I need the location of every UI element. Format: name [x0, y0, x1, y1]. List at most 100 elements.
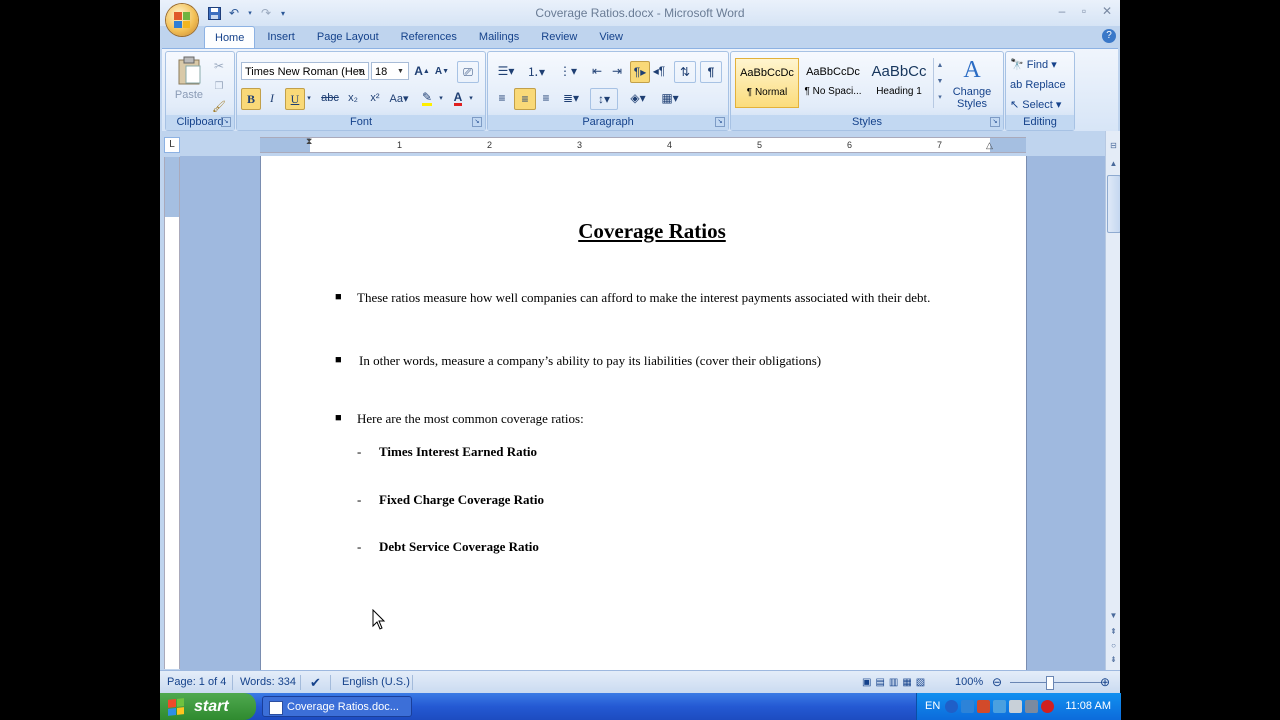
antivirus-icon[interactable] [1041, 700, 1054, 713]
page-indicator[interactable]: Page: 1 of 4 [167, 671, 226, 693]
bullet-text[interactable]: In other words, measure a company’s abil… [359, 353, 821, 369]
bullets-icon[interactable]: ☰▾ [492, 61, 520, 81]
sort-icon[interactable]: ⇅ [674, 61, 696, 83]
vertical-scrollbar[interactable]: ⊟ ▲ ▼ ⇞ ○ ⇟ [1105, 131, 1120, 670]
scroll-thumb[interactable] [1107, 175, 1120, 233]
sub-item[interactable]: Times Interest Earned Ratio [379, 444, 537, 460]
change-styles-button[interactable]: A Change Styles [947, 54, 997, 112]
numbering-icon[interactable]: ⒈▾ [522, 61, 550, 81]
indent-marker-icon[interactable]: ⧗ [306, 136, 312, 147]
copy-icon[interactable]: ❐ [210, 76, 228, 96]
styles-scroll[interactable]: ▲ ▼ ▾ [933, 58, 946, 108]
borders-icon[interactable]: ▦▾ [656, 88, 684, 108]
select-button[interactable]: ↖ Select ▾ [1010, 96, 1061, 114]
font-size-combo[interactable]: 18 ▼ [371, 62, 409, 80]
zoom-slider-thumb[interactable] [1046, 676, 1054, 690]
tab-insert[interactable]: Insert [257, 26, 305, 48]
tab-page-layout[interactable]: Page Layout [307, 26, 389, 48]
maximize-button[interactable]: ▫ [1074, 4, 1094, 20]
font-color-dropdown-icon[interactable]: ▾ [467, 88, 475, 108]
align-center-icon[interactable]: ≡ [514, 88, 536, 110]
zoom-out-icon[interactable]: ⊖ [992, 671, 1002, 693]
change-case-button[interactable]: Aa▾ [387, 88, 411, 108]
align-right-icon[interactable]: ≡ [536, 88, 556, 108]
proofing-icon[interactable]: ✔ [310, 671, 321, 693]
tab-mailings[interactable]: Mailings [469, 26, 529, 48]
paste-button[interactable]: Paste [174, 56, 204, 108]
shrink-font-icon[interactable]: A ▼ [433, 61, 451, 81]
underline-button[interactable]: U [285, 88, 305, 110]
language-bar[interactable]: EN [925, 693, 940, 720]
office-button[interactable] [166, 4, 198, 36]
scroll-down-icon[interactable]: ▼ [1106, 609, 1120, 623]
previous-page-icon[interactable]: ⇞ [1106, 625, 1120, 639]
tab-references[interactable]: References [391, 26, 467, 48]
font-launcher-icon[interactable]: ↘ [472, 117, 482, 127]
bold-button[interactable]: B [241, 88, 261, 110]
vertical-ruler[interactable] [164, 157, 180, 669]
zoom-level[interactable]: 100% [955, 671, 983, 693]
right-to-left-icon[interactable]: ◂¶ [650, 61, 668, 81]
minimize-button[interactable]: – [1052, 4, 1072, 20]
scroll-up-icon[interactable]: ▲ [1106, 157, 1120, 171]
tab-view[interactable]: View [589, 26, 633, 48]
font-color-icon[interactable]: A [449, 88, 467, 108]
next-page-icon[interactable]: ⇟ [1106, 653, 1120, 667]
paragraph-launcher-icon[interactable]: ↘ [715, 117, 725, 127]
display-icon[interactable] [1009, 700, 1022, 713]
shading-icon[interactable]: ◈▾ [624, 88, 652, 108]
highlight-icon[interactable]: ✎ [417, 88, 437, 108]
device-icon[interactable] [1025, 700, 1038, 713]
clock[interactable]: 11:08 AM [1065, 693, 1111, 720]
decrease-indent-icon[interactable]: ⇤ [588, 61, 606, 81]
styles-launcher-icon[interactable]: ↘ [990, 117, 1000, 127]
help-icon[interactable]: ? [1102, 29, 1116, 43]
language-indicator[interactable]: English (U.S.) [342, 671, 410, 693]
format-painter-icon[interactable]: 🖌 [210, 96, 228, 116]
style-no-spacing[interactable]: AaBbCcDc ¶ No Spaci... [801, 58, 865, 108]
cut-icon[interactable]: ✂ [210, 56, 228, 76]
multilevel-list-icon[interactable]: ⋮▾ [554, 61, 582, 81]
horizontal-ruler[interactable]: ⧗ △ 1 2 3 4 5 6 7 [260, 136, 1026, 153]
zoom-slider[interactable] [1010, 682, 1102, 683]
grow-font-icon[interactable]: A ▲ [413, 61, 431, 81]
bullet-text[interactable]: Here are the most common coverage ratios… [357, 411, 584, 427]
strikethrough-button[interactable]: abc [319, 88, 341, 108]
highlight-dropdown-icon[interactable]: ▾ [437, 88, 445, 108]
right-indent-marker-icon[interactable]: △ [986, 140, 993, 151]
word-count[interactable]: Words: 334 [240, 671, 296, 693]
start-button[interactable]: start [160, 693, 256, 720]
underline-dropdown-icon[interactable]: ▾ [305, 88, 313, 108]
style-heading-1[interactable]: AaBbCc Heading 1 [867, 58, 931, 108]
left-to-right-icon[interactable]: ¶▸ [630, 61, 650, 83]
ruler-toggle-icon[interactable]: ⊟ [1106, 139, 1120, 153]
volume-icon[interactable] [993, 700, 1006, 713]
align-left-icon[interactable]: ≡ [492, 88, 512, 108]
document-title[interactable]: Coverage Ratios [261, 219, 1043, 244]
bullet-text[interactable]: These ratios measure how well companies … [357, 290, 930, 306]
superscript-button[interactable]: x² [365, 88, 385, 108]
tab-selector-icon[interactable]: L [164, 137, 180, 153]
network-icon[interactable] [945, 700, 958, 713]
clear-formatting-icon[interactable]: ⎚ [457, 61, 479, 83]
bluetooth-icon[interactable] [961, 700, 974, 713]
show-formatting-marks-icon[interactable]: ¶ [700, 61, 722, 83]
sub-item[interactable]: Debt Service Coverage Ratio [379, 539, 539, 555]
find-button[interactable]: 🔭 Find ▾ [1010, 56, 1057, 74]
select-browse-object-icon[interactable]: ○ [1106, 639, 1120, 653]
tab-review[interactable]: Review [531, 26, 587, 48]
tab-home[interactable]: Home [204, 26, 256, 49]
italic-button[interactable]: I [263, 88, 281, 108]
subscript-button[interactable]: x₂ [343, 88, 363, 108]
security-icon[interactable] [977, 700, 990, 713]
close-button[interactable]: ✕ [1097, 4, 1117, 20]
clipboard-launcher-icon[interactable]: ↘ [221, 117, 231, 127]
replace-button[interactable]: ab Replace [1010, 76, 1066, 94]
taskbar-word-button[interactable]: Coverage Ratios.doc... [262, 696, 412, 717]
style-normal[interactable]: AaBbCcDc ¶ Normal [735, 58, 799, 108]
zoom-in-icon[interactable]: ⊕ [1100, 671, 1110, 693]
justify-icon[interactable]: ≣▾ [558, 88, 584, 108]
font-name-combo[interactable]: Times New Roman (Hea ▼ [241, 62, 369, 80]
sub-item[interactable]: Fixed Charge Coverage Ratio [379, 492, 544, 508]
increase-indent-icon[interactable]: ⇥ [608, 61, 626, 81]
